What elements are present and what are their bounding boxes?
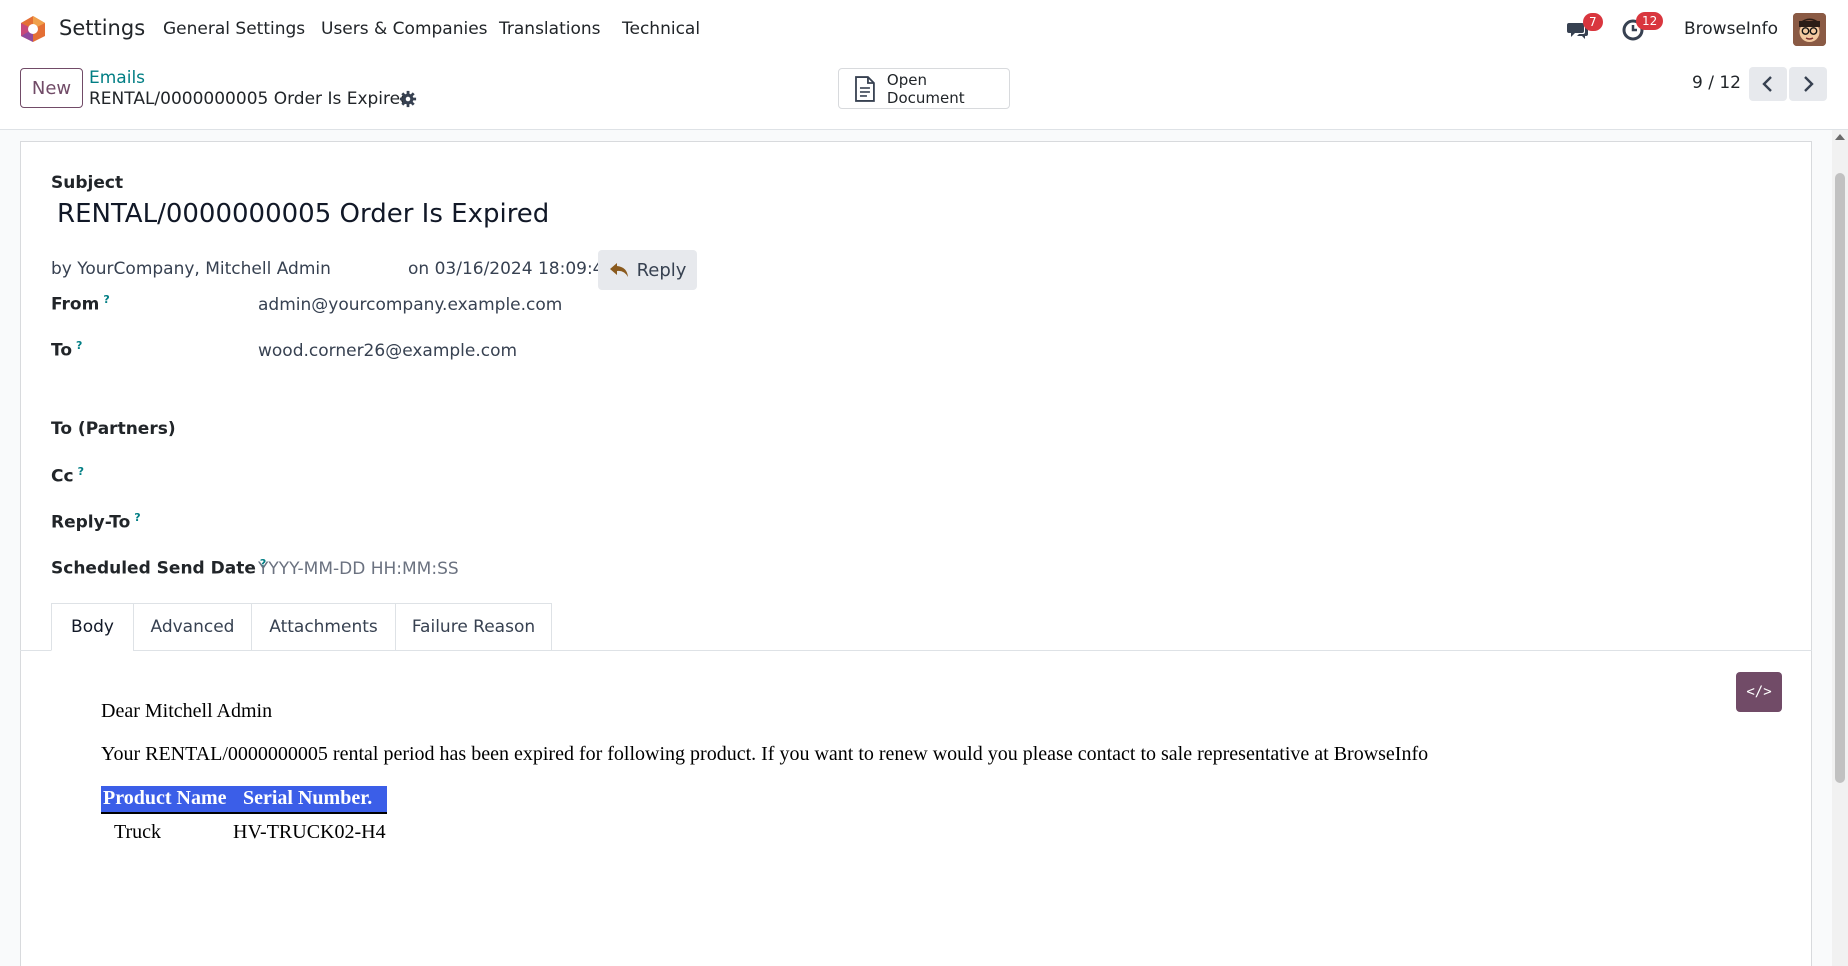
menu-users-companies[interactable]: Users & Companies <box>321 19 488 39</box>
chevron-left-icon <box>1762 76 1772 92</box>
new-button[interactable]: New <box>20 68 83 108</box>
reply-button[interactable]: Reply <box>598 250 697 290</box>
odoo-logo-icon[interactable] <box>19 15 47 43</box>
tab-failure-reason[interactable]: Failure Reason <box>395 603 552 651</box>
table-header-product-name: Product Name <box>103 787 227 809</box>
tab-advanced[interactable]: Advanced <box>133 603 252 651</box>
code-view-button[interactable]: </> <box>1736 672 1782 712</box>
breadcrumb-current: RENTAL/0000000005 Order Is Expired <box>89 89 411 109</box>
scrollbar-thumb[interactable] <box>1835 173 1845 783</box>
table-cell-serial[interactable]: HV-TRUCK02-H4 <box>233 821 386 844</box>
table-cell-product[interactable]: Truck <box>114 821 161 844</box>
reply-label: Reply <box>636 259 687 281</box>
avatar-face-icon <box>1793 13 1826 46</box>
to-field[interactable]: wood.corner26@example.com <box>258 341 517 361</box>
user-avatar[interactable] <box>1793 13 1826 46</box>
reply-to-help-icon[interactable]: ? <box>134 511 140 524</box>
scheduled-send-date-label: Scheduled Send Date? <box>51 557 267 579</box>
messages-badge: 7 <box>1583 13 1603 31</box>
subject-label: Subject <box>51 173 124 193</box>
breadcrumb-emails[interactable]: Emails <box>89 68 145 88</box>
tab-body[interactable]: Body <box>51 603 134 651</box>
subject-field[interactable]: RENTAL/0000000005 Order Is Expired <box>57 199 549 229</box>
company-switcher[interactable]: BrowseInfo <box>1684 19 1778 39</box>
to-label: To? <box>51 339 83 361</box>
vertical-scrollbar[interactable] <box>1832 130 1848 966</box>
from-field[interactable]: admin@yourcompany.example.com <box>258 295 562 315</box>
document-icon <box>855 75 875 102</box>
email-paragraph[interactable]: Your RENTAL/0000000005 rental period has… <box>101 743 1428 766</box>
table-header-serial-number: Serial Number. <box>243 787 373 809</box>
open-document-button[interactable]: Open Document <box>838 68 1010 109</box>
cc-help-icon[interactable]: ? <box>78 465 84 478</box>
top-navbar: Settings General Settings Users & Compan… <box>0 0 1848 58</box>
reply-to-label: Reply-To? <box>51 511 141 533</box>
pager-value[interactable]: 9 / 12 <box>1692 73 1741 93</box>
scroll-up-arrow-icon[interactable] <box>1835 134 1845 140</box>
date-text: on 03/16/2024 18:09:45 <box>408 259 615 279</box>
scheduled-send-date-input[interactable]: YYYY-MM-DD HH:MM:SS <box>258 559 459 579</box>
reply-icon <box>609 263 628 277</box>
menu-general-settings[interactable]: General Settings <box>163 19 305 39</box>
menu-translations[interactable]: Translations <box>499 19 601 39</box>
gear-icon[interactable] <box>399 90 417 108</box>
from-label: From? <box>51 293 110 315</box>
product-table-header[interactable]: Product Name Serial Number. <box>101 786 387 814</box>
activities-badge: 12 <box>1636 12 1664 30</box>
author-text: by YourCompany, Mitchell Admin <box>51 259 331 279</box>
to-partners-label: To (Partners) <box>51 419 176 439</box>
to-help-icon[interactable]: ? <box>76 339 82 352</box>
app-name[interactable]: Settings <box>59 16 145 40</box>
menu-technical[interactable]: Technical <box>622 19 700 39</box>
pager-previous-button[interactable] <box>1749 67 1787 101</box>
from-help-icon[interactable]: ? <box>103 293 109 306</box>
email-greeting[interactable]: Dear Mitchell Admin <box>101 700 272 723</box>
chevron-right-icon <box>1804 76 1814 92</box>
cc-label: Cc? <box>51 465 84 487</box>
pager-next-button[interactable] <box>1789 67 1827 101</box>
open-document-label: Open Document <box>886 70 965 107</box>
tab-attachments[interactable]: Attachments <box>251 603 396 651</box>
